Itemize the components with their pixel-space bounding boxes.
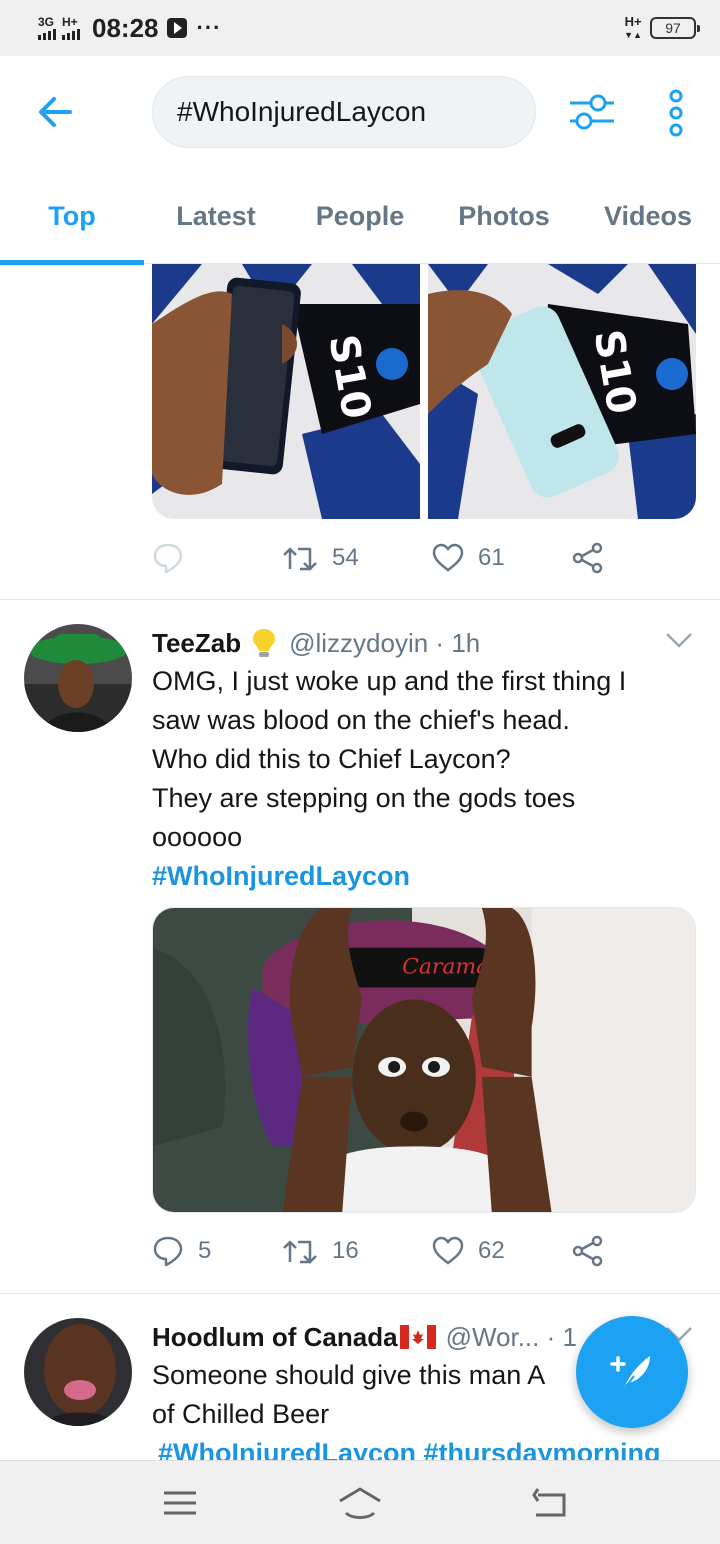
- retweet-button[interactable]: 16: [282, 1236, 432, 1266]
- retweet-icon: [283, 1240, 317, 1264]
- tweet-feed[interactable]: S10 S10 54 61 TeeZab @lizzydoyin · 1h OM…: [0, 264, 720, 1460]
- share-button[interactable]: [572, 542, 604, 574]
- tweet-actions: 54 61: [152, 542, 622, 574]
- search-tabs: Top Latest People Photos Videos: [0, 168, 720, 265]
- filter-sliders-icon[interactable]: [568, 90, 616, 134]
- tab-videos[interactable]: Videos: [576, 168, 720, 264]
- hashtag-link[interactable]: #WhoInjuredLaycon: [152, 857, 692, 896]
- tab-photos[interactable]: Photos: [432, 168, 576, 264]
- user-handle[interactable]: @lizzydoyin · 1h: [289, 628, 480, 659]
- tweet-text-line: OMG, I just woke up and the first thing …: [152, 666, 627, 696]
- tweet-text-line: Who did this to Chief Laycon?: [152, 744, 511, 774]
- hashtag-link[interactable]: #WhoInjuredLaycon #thursdaymorning: [152, 1434, 692, 1460]
- tab-people[interactable]: People: [288, 168, 432, 264]
- user-handle[interactable]: @Wor... · 1: [446, 1322, 577, 1353]
- like-button[interactable]: 62: [432, 1236, 572, 1266]
- search-header: #WhoInjuredLaycon: [0, 56, 720, 168]
- data-network-label: H+: [624, 13, 642, 29]
- media-play-icon: [166, 18, 187, 38]
- more-options-icon[interactable]: [664, 88, 688, 138]
- tab-top[interactable]: Top: [0, 168, 144, 265]
- reply-icon: [153, 543, 183, 574]
- retweet-button[interactable]: 54: [282, 543, 432, 573]
- tweet-text: OMG, I just woke up and the first thing …: [152, 662, 692, 896]
- user-name[interactable]: Hoodlum of Canada: [152, 1322, 398, 1353]
- cap-text: Carama: [402, 955, 489, 980]
- phone-photo-light[interactable]: S10: [428, 264, 696, 519]
- like-count: 62: [478, 1237, 505, 1264]
- tweet-media-grid[interactable]: S10 S10: [152, 264, 696, 519]
- tweet-header: Hoodlum of Canada @Wor... · 1: [152, 1318, 577, 1356]
- status-time: 08:28: [92, 12, 159, 43]
- tweet-text-line: oooooo: [152, 822, 243, 852]
- retweet-icon: [283, 547, 317, 571]
- tweet-text-line: They are stepping on the gods toes: [152, 783, 576, 813]
- chevron-down-icon[interactable]: [664, 630, 694, 650]
- share-icon: [572, 1235, 603, 1267]
- share-icon: [572, 542, 603, 574]
- home-icon[interactable]: [336, 1483, 384, 1523]
- signal-3g-icon: 3G: [38, 16, 56, 40]
- data-activity-icon: H+ ▼▲: [624, 13, 642, 40]
- notification-overflow-icon: ···: [196, 15, 222, 40]
- network-type-label: 3G: [38, 15, 55, 29]
- search-input[interactable]: #WhoInjuredLaycon: [152, 76, 536, 148]
- share-button[interactable]: [572, 1235, 604, 1267]
- phone-photo-dark[interactable]: S10: [152, 264, 420, 519]
- like-button[interactable]: 61: [432, 543, 572, 573]
- reply-button[interactable]: 5: [152, 1235, 282, 1267]
- status-bar: 3G H+ 08:28 ··· H+ ▼▲ 97: [0, 0, 720, 56]
- avatar[interactable]: [24, 624, 132, 732]
- avatar[interactable]: [24, 1318, 132, 1426]
- heart-icon: [432, 543, 464, 572]
- like-count: 61: [478, 544, 505, 571]
- tweet-actions: 5 16 62: [152, 1235, 622, 1267]
- system-nav-bar: [0, 1460, 720, 1544]
- battery-level: 97: [665, 20, 681, 36]
- tweet-text-line: saw was blood on the chief's head.: [152, 705, 570, 735]
- heart-icon: [432, 1236, 464, 1265]
- back-nav-icon[interactable]: [530, 1483, 570, 1523]
- tweet-divider: [0, 599, 720, 600]
- tweet-photo[interactable]: Carama: [152, 907, 696, 1213]
- compose-tweet-button[interactable]: [576, 1316, 688, 1428]
- reply-icon: [153, 1236, 183, 1267]
- reply-count: 5: [198, 1237, 212, 1264]
- canada-flag-icon: [399, 1325, 436, 1349]
- tab-latest[interactable]: Latest: [144, 168, 288, 264]
- menu-icon[interactable]: [160, 1483, 200, 1523]
- compose-quill-icon: [610, 1356, 650, 1393]
- reply-button[interactable]: [152, 542, 282, 574]
- tweet-divider: [0, 1293, 720, 1294]
- back-arrow-icon[interactable]: [34, 90, 78, 134]
- battery-icon: 97: [650, 17, 700, 39]
- lightbulb-icon: [253, 629, 276, 657]
- user-name[interactable]: TeeZab: [152, 628, 241, 659]
- retweet-count: 16: [332, 1237, 359, 1264]
- signal-hplus-icon: H+: [62, 16, 80, 40]
- network-type-label: H+: [62, 15, 78, 29]
- retweet-count: 54: [332, 544, 359, 571]
- tweet-header: TeeZab @lizzydoyin · 1h: [152, 624, 480, 662]
